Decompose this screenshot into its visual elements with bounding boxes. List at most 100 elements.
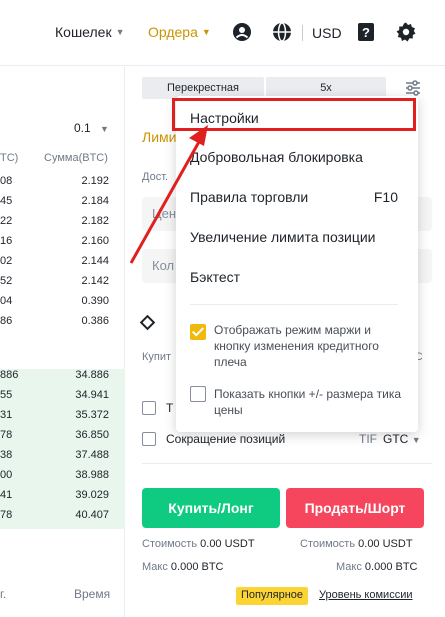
menu-item-voluntary-lock[interactable]: Добровольная блокировка: [190, 149, 363, 165]
nav-wallet-label: Кошелек: [55, 24, 112, 40]
bid-row[interactable]: 38 37.488: [0, 449, 125, 469]
bid-price: 38: [0, 449, 13, 461]
show-margin-mode-checkbox[interactable]: [190, 324, 206, 340]
cost-value: 0.00 USDT: [358, 538, 413, 550]
quantity-placeholder: Кол: [152, 258, 175, 273]
currency-selector[interactable]: USD: [312, 25, 342, 41]
caret-down-icon: ▼: [411, 435, 421, 445]
ask-price: 08: [0, 175, 13, 187]
orderbook-col-sum: Сумма(BTC): [44, 152, 108, 164]
ask-sum: 2.192: [81, 175, 109, 187]
cost-label: Стоимость: [300, 538, 356, 550]
bid-price: 78: [0, 509, 13, 521]
bid-sum: 35.372: [75, 409, 109, 421]
bid-price: 886: [0, 369, 19, 381]
bid-row[interactable]: 00 38.988: [0, 469, 125, 489]
bid-row[interactable]: 31 35.372: [0, 409, 125, 429]
available-balance-label: Дост.: [142, 171, 169, 183]
ask-sum: 2.182: [81, 215, 109, 227]
globe-icon[interactable]: [272, 22, 292, 42]
precision-value: 0.1: [74, 121, 91, 135]
menu-divider: [190, 304, 398, 305]
cost-value: 0.00 USDT: [200, 538, 255, 550]
bid-sum: 36.850: [75, 429, 109, 441]
show-tick-buttons-label: Показать кнопки +/- размера тика цены: [214, 387, 402, 417]
bid-price: 78: [0, 429, 13, 441]
max-sell: Макс 0.000 BTC: [336, 561, 418, 573]
menu-item-position-limit[interactable]: Увеличение лимита позиции: [190, 229, 375, 245]
ask-price: 02: [0, 255, 13, 267]
caret-down-icon: ▼: [115, 27, 125, 37]
ask-row[interactable]: 04 0.390: [0, 295, 125, 315]
ask-sum: 0.390: [81, 295, 109, 307]
tif-selector[interactable]: TIF GTC ▼: [359, 432, 421, 446]
nav-wallet-menu[interactable]: Кошелек ▼: [55, 24, 125, 40]
max-label: Макс: [142, 561, 168, 573]
menu-item-trading-rules-label: Правила торговли: [190, 189, 309, 205]
caret-down-icon: ▼: [201, 27, 211, 37]
tif-label: TIF: [359, 432, 377, 446]
sliders-icon[interactable]: [404, 79, 422, 97]
gear-icon[interactable]: [396, 22, 416, 42]
bid-row[interactable]: 55 34.941: [0, 389, 125, 409]
max-value: 0.000 BTC: [170, 561, 224, 573]
orderbook-col-price: ТС): [0, 152, 19, 164]
bid-sum: 34.886: [75, 369, 109, 381]
ask-row[interactable]: 02 2.144: [0, 255, 125, 275]
tp-sl-label: Т: [166, 401, 174, 415]
trades-col-time: Время: [74, 587, 111, 601]
orderbook-panel: 0.1 ▼ ТС) Сумма(BTC) 08 2.192 45 2.184 22 2…: [0, 67, 125, 617]
fee-level-link[interactable]: Уровень комиссии: [319, 589, 412, 601]
nav-divider: [302, 25, 303, 41]
bid-row[interactable]: 41 39.029: [0, 489, 125, 509]
top-nav: Кошелек ▼ Ордера ▼ USD ?: [0, 0, 445, 66]
ask-row[interactable]: 86 0.386: [0, 315, 125, 335]
sell-short-button[interactable]: Продать/Шорт: [286, 488, 424, 528]
slider-handle[interactable]: [139, 314, 156, 331]
ask-row[interactable]: 16 2.160: [0, 235, 125, 255]
bid-sum: 34.941: [75, 389, 109, 401]
max-value: 0.000 BTC: [364, 561, 418, 573]
shortcut-key: F10: [373, 189, 398, 205]
menu-item-trading-rules[interactable]: Правила торговли F10: [190, 189, 398, 205]
ask-sum: 0.386: [81, 315, 109, 327]
ask-row[interactable]: 45 2.184: [0, 195, 125, 215]
show-tick-buttons-checkbox[interactable]: [190, 386, 206, 402]
ask-row[interactable]: 22 2.182: [0, 215, 125, 235]
buy-long-button[interactable]: Купить/Лонг: [142, 488, 280, 528]
reduce-only-checkbox[interactable]: [142, 432, 156, 446]
ask-row[interactable]: 08 2.192: [0, 175, 125, 195]
caret-down-icon: ▼: [100, 124, 109, 134]
ask-sum: 2.142: [81, 275, 109, 287]
tp-sl-checkbox[interactable]: [142, 401, 156, 415]
ask-row[interactable]: 52 2.142: [0, 275, 125, 295]
help-icon[interactable]: ?: [356, 22, 376, 42]
tif-value: GTC: [383, 432, 409, 446]
ask-price: 22: [0, 215, 13, 227]
nav-orders-label: Ордера: [148, 24, 198, 40]
cost-buy: Стоимость 0.00 USDT: [142, 538, 255, 550]
cost-label: Стоимость: [142, 538, 198, 550]
bid-row[interactable]: 78 36.850: [0, 429, 125, 449]
reduce-only-label: Сокращение позиций: [166, 432, 286, 446]
ask-sum: 2.184: [81, 195, 109, 207]
user-icon[interactable]: [232, 22, 252, 42]
bid-price: 31: [0, 409, 13, 421]
ask-sum: 2.144: [81, 255, 109, 267]
popular-badge: Популярное: [236, 587, 309, 605]
bid-price: 41: [0, 489, 13, 501]
order-type-tab-limit[interactable]: Лими: [142, 129, 176, 145]
ask-sum: 2.160: [81, 235, 109, 247]
menu-item-backtest[interactable]: Бэктест: [190, 269, 240, 285]
precision-selector[interactable]: 0.1 ▼: [74, 121, 109, 135]
svg-text:?: ?: [362, 25, 370, 40]
max-buy: Макс 0.000 BTC: [142, 561, 224, 573]
bid-row[interactable]: 886 34.886: [0, 369, 125, 389]
trades-col-left: г.: [0, 587, 7, 601]
nav-orders-menu[interactable]: Ордера ▼: [148, 24, 211, 40]
max-label: Макс: [336, 561, 362, 573]
settings-highlight-box: [172, 98, 416, 131]
bid-row[interactable]: 78 40.407: [0, 509, 125, 529]
ask-price: 04: [0, 295, 13, 307]
divider: [142, 463, 432, 464]
